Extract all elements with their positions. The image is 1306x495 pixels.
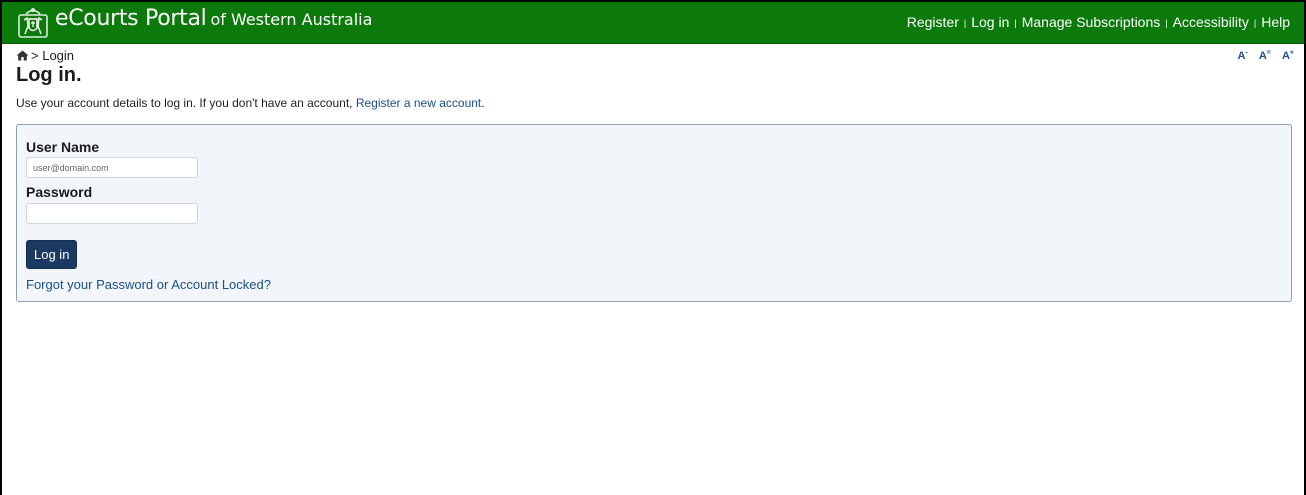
page-title: Log in. [16,64,82,86]
nav-login-link[interactable]: Log in [971,14,1009,30]
password-label: Password [26,184,93,200]
login-button[interactable]: Log in [26,240,78,269]
nav-accessibility-link[interactable]: Accessibility [1173,14,1249,30]
font-reset-letter: A [1258,49,1267,62]
login-form-panel: User Name Password Log in Forgot your Pa… [16,124,1292,302]
font-increase-letter: A [1281,49,1290,62]
forgot-password-link[interactable]: Forgot your Password or Account Locked? [26,277,271,292]
font-size-controls: A- A= A+ [1229,49,1294,62]
font-increase-button[interactable]: A+ [1281,49,1294,62]
font-decrease-mark: - [1245,49,1248,56]
nav-manage-subscriptions-link[interactable]: Manage Subscriptions [1022,14,1161,30]
top-nav: Register | Log in | Manage Subscriptions | Acc… [907,14,1290,30]
intro-period: . [481,96,485,110]
register-account-link[interactable]: Register a new account [356,96,481,110]
nav-help-link[interactable]: Help [1261,14,1290,30]
font-reset-button[interactable]: A= [1258,49,1271,62]
nav-separator: | [963,18,967,28]
username-input[interactable] [26,157,198,178]
username-label: User Name [26,139,100,155]
nav-separator: | [1014,18,1017,28]
font-increase-mark: + [1289,49,1294,56]
breadcrumb-separator: > [31,48,39,63]
brand-subtitle: of Western Australia [210,10,373,29]
font-reset-mark: = [1266,49,1271,56]
intro-sentence: Use your account details to log in. If y… [16,96,353,110]
password-input[interactable] [26,203,198,224]
site-brand[interactable]: eCourts Portal of Western Australia [55,6,372,31]
wa-crest-icon [18,8,48,38]
home-icon[interactable] [16,50,29,61]
nav-separator: | [1165,18,1168,28]
font-decrease-button[interactable]: A- [1237,49,1248,62]
page-frame: eCourts Portal of Western Australia Regis… [0,0,1306,495]
breadcrumb-current: Login [42,48,75,63]
brand-title: eCourts Portal [55,6,207,31]
intro-text: Use your account details to log in. If y… [16,96,485,110]
nav-separator: | [1253,18,1257,28]
header-bar: eCourts Portal of Western Australia Regis… [2,2,1304,44]
nav-register-link[interactable]: Register [907,14,959,30]
breadcrumb: > Login [16,48,74,63]
